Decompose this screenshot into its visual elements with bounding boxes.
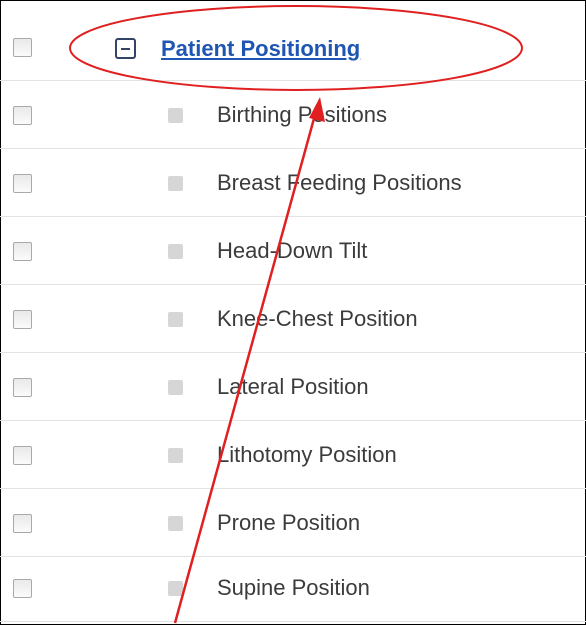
parent-checkbox[interactable]	[13, 38, 32, 57]
child-label: Supine Position	[217, 575, 370, 600]
child-label: Knee-Chest Position	[217, 306, 418, 331]
row-checkbox[interactable]	[13, 310, 32, 329]
child-label: Lithotomy Position	[217, 442, 397, 467]
child-label: Head-Down Tilt	[217, 238, 368, 263]
tree-child-row: Breast Feeding Positions	[0, 150, 586, 217]
tree-child-row: Prone Position	[0, 490, 586, 557]
row-checkbox[interactable]	[13, 242, 32, 261]
row-checkbox[interactable]	[13, 106, 32, 125]
child-label: Breast Feeding Positions	[217, 170, 462, 195]
child-checkbox[interactable]	[168, 448, 183, 463]
child-checkbox[interactable]	[168, 581, 183, 596]
child-checkbox[interactable]	[168, 312, 183, 327]
tree-child-row: Head-Down Tilt	[0, 218, 586, 285]
child-label: Lateral Position	[217, 374, 369, 399]
child-checkbox[interactable]	[168, 244, 183, 259]
tree-child-row: Lateral Position	[0, 354, 586, 421]
child-checkbox[interactable]	[168, 108, 183, 123]
collapse-icon[interactable]	[115, 38, 136, 59]
tree-child-row: Knee-Chest Position	[0, 286, 586, 353]
tree-child-row: Supine Position	[0, 555, 586, 622]
patient-positioning-link[interactable]: Patient Positioning	[161, 36, 360, 62]
tree-child-row: Birthing Positions	[0, 82, 586, 149]
child-checkbox[interactable]	[168, 516, 183, 531]
child-checkbox[interactable]	[168, 380, 183, 395]
child-label: Birthing Positions	[217, 102, 387, 127]
child-checkbox[interactable]	[168, 176, 183, 191]
tree-child-row: Lithotomy Position	[0, 422, 586, 489]
row-checkbox[interactable]	[13, 174, 32, 193]
row-checkbox[interactable]	[13, 446, 32, 465]
row-checkbox[interactable]	[13, 579, 32, 598]
tree-parent-row: Patient Positioning	[0, 14, 586, 81]
child-label: Prone Position	[217, 510, 361, 535]
row-checkbox[interactable]	[13, 514, 32, 533]
row-checkbox[interactable]	[13, 378, 32, 397]
